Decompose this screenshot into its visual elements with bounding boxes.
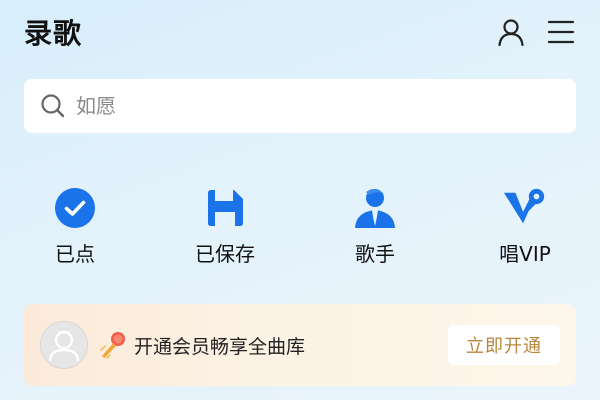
header: 录歌 [24, 12, 578, 52]
save-icon [208, 190, 243, 226]
singer-icon [355, 188, 395, 228]
menu-button[interactable] [544, 15, 578, 49]
search-icon [41, 94, 65, 118]
search-input[interactable] [74, 93, 558, 119]
quick-action-label: 歌手 [355, 242, 395, 266]
menu-icon [547, 20, 575, 44]
quick-action-label: 唱VIP [499, 242, 551, 266]
quick-actions: 已点 已保存 歌手 唱VIP [0, 186, 600, 270]
avatar[interactable] [40, 321, 88, 369]
quick-action-label: 已保存 [195, 242, 255, 266]
microphone-icon [100, 332, 125, 359]
check-circle-icon [55, 188, 95, 228]
quick-action-ordered[interactable]: 已点 [20, 186, 130, 267]
profile-button[interactable] [494, 15, 528, 49]
header-actions [494, 15, 578, 49]
vip-icon [503, 188, 545, 224]
quick-action-singer[interactable]: 歌手 [320, 186, 430, 267]
quick-action-vip[interactable]: 唱VIP [470, 186, 580, 267]
quick-action-label: 已点 [55, 242, 95, 266]
quick-action-saved[interactable]: 已保存 [170, 186, 280, 267]
avatar-icon [48, 330, 80, 362]
vip-promo-text: 开通会员畅享全曲库 [134, 335, 306, 358]
open-vip-button[interactable]: 立即开通 [448, 325, 560, 365]
user-icon [498, 19, 524, 47]
search-bar[interactable] [24, 79, 576, 133]
vip-banner[interactable]: 开通会员畅享全曲库 立即开通 [24, 304, 576, 386]
page-title: 录歌 [24, 17, 83, 50]
